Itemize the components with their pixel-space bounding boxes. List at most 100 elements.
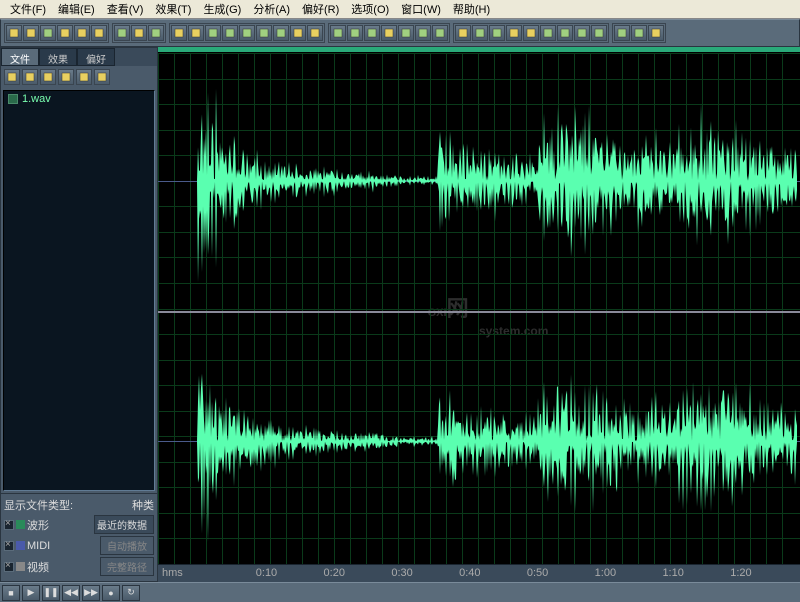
ruler-unit: hms <box>162 567 183 579</box>
file-item[interactable]: 1.wav <box>4 91 154 107</box>
doc-icon[interactable] <box>57 25 73 41</box>
rec-icon[interactable] <box>574 25 590 41</box>
sidebar-tab-1[interactable]: 效果 <box>39 48 77 66</box>
cfg-icon[interactable] <box>523 25 539 41</box>
sidebar-filter-panel: 显示文件类型: 种类 波形 最近的数据 MIDI 自动播放 视频 完整路径 <box>1 493 157 581</box>
menu-选项O[interactable]: 选项(O) <box>345 0 395 19</box>
transport-play-icon[interactable]: ▶ <box>22 585 40 601</box>
grid-icon[interactable] <box>557 25 573 41</box>
waveform-cat-icon <box>16 520 25 529</box>
video-cat-icon <box>16 562 25 571</box>
ruler-tick: 1:20 <box>730 567 751 579</box>
waveform-file-icon <box>8 94 18 104</box>
menu-窗口W[interactable]: 窗口(W) <box>395 0 447 19</box>
save-icon[interactable] <box>74 25 90 41</box>
sq3-icon[interactable] <box>415 25 431 41</box>
play-icon[interactable] <box>506 25 522 41</box>
undo-icon[interactable] <box>114 25 130 41</box>
open-icon[interactable] <box>4 69 20 85</box>
type-midi: MIDI <box>27 540 50 552</box>
paste-icon[interactable] <box>205 25 221 41</box>
sidebar: 文件效果偏好 1.wav 显示文件类型: 种类 波形 最近的数据 MIDI <box>0 47 158 582</box>
flag-icon[interactable] <box>364 25 380 41</box>
midi-cat-icon <box>16 541 25 550</box>
sidebar-toolbar <box>1 66 157 88</box>
full-path-button[interactable]: 完整路径 <box>100 557 154 576</box>
menu-偏好R[interactable]: 偏好(R) <box>296 0 345 19</box>
transport-pause-icon[interactable]: ❚❚ <box>42 585 60 601</box>
link-icon[interactable] <box>614 25 630 41</box>
folder-open-icon[interactable] <box>40 25 56 41</box>
refresh-icon[interactable] <box>58 69 74 85</box>
transport-rec-icon[interactable]: ● <box>102 585 120 601</box>
sort-icon[interactable] <box>22 69 38 85</box>
checkbox-waveform[interactable] <box>4 520 14 530</box>
redo-icon[interactable] <box>131 25 147 41</box>
save-all-icon[interactable] <box>91 25 107 41</box>
help-icon[interactable] <box>631 25 647 41</box>
ruler-tick: 0:10 <box>256 567 277 579</box>
main-toolbar <box>0 19 800 47</box>
trim-icon[interactable] <box>290 25 306 41</box>
file-name: 1.wav <box>22 93 51 105</box>
sort2-icon[interactable] <box>40 69 56 85</box>
ruler-tick: 0:40 <box>459 567 480 579</box>
marker-icon[interactable] <box>307 25 323 41</box>
copy-icon[interactable] <box>171 25 187 41</box>
sidebar-tab-2[interactable]: 偏好 <box>77 48 115 66</box>
waveform-canvas[interactable]: GXI网 system.com <box>158 53 800 564</box>
auto-play-button[interactable]: 自动播放 <box>100 536 154 555</box>
checkbox-video[interactable] <box>4 562 14 572</box>
menu-查看V[interactable]: 查看(V) <box>101 0 150 19</box>
type-waveform: 波形 <box>27 517 49 533</box>
toolbar-group-3 <box>328 23 450 43</box>
mix-icon[interactable] <box>239 25 255 41</box>
ruler-tick: 0:30 <box>391 567 412 579</box>
menu-编辑E[interactable]: 编辑(E) <box>52 0 101 19</box>
transport-prev-icon[interactable]: ◀◀ <box>62 585 80 601</box>
menu-帮助H[interactable]: 帮助(H) <box>447 0 496 19</box>
q-icon[interactable] <box>648 25 664 41</box>
transport-stop-icon[interactable]: ■ <box>2 585 20 601</box>
toolbar-group-2 <box>169 23 325 43</box>
toolbar-group-4 <box>453 23 609 43</box>
main-area: 文件效果偏好 1.wav 显示文件类型: 种类 波形 最近的数据 MIDI <box>0 47 800 582</box>
toolbar-group-5 <box>612 23 666 43</box>
folder-icon[interactable] <box>23 25 39 41</box>
stack-icon[interactable] <box>6 25 22 41</box>
transport-next-icon[interactable]: ▶▶ <box>82 585 100 601</box>
menu-效果T[interactable]: 效果(T) <box>149 0 197 19</box>
sq2-icon[interactable] <box>398 25 414 41</box>
win3-icon[interactable] <box>489 25 505 41</box>
win2-icon[interactable] <box>472 25 488 41</box>
category-label: 种类 <box>132 497 154 513</box>
vbar2-icon[interactable] <box>347 25 363 41</box>
dash-icon[interactable] <box>540 25 556 41</box>
grid-icon[interactable] <box>76 69 92 85</box>
menu-分析A[interactable]: 分析(A) <box>247 0 296 19</box>
sidebar-tab-0[interactable]: 文件 <box>1 48 39 66</box>
menubar: 文件(F)编辑(E)查看(V)效果(T)生成(G)分析(A)偏好(R)选项(O)… <box>0 0 800 19</box>
sq4-icon[interactable] <box>432 25 448 41</box>
help-icon[interactable] <box>94 69 110 85</box>
cut-icon[interactable] <box>188 25 204 41</box>
ruler-tick: 1:10 <box>662 567 683 579</box>
win1-icon[interactable] <box>455 25 471 41</box>
ruler-tick: 0:20 <box>324 567 345 579</box>
time-ruler[interactable]: hms 0:100:200:300:400:501:001:101:20 <box>158 564 800 582</box>
waveform-editor[interactable]: GXI网 system.com hms 0:100:200:300:400:50… <box>158 47 800 582</box>
sq1-icon[interactable] <box>381 25 397 41</box>
menu-文件F[interactable]: 文件(F) <box>4 0 52 19</box>
sidebar-tabs: 文件效果偏好 <box>1 48 157 66</box>
step-icon[interactable] <box>148 25 164 41</box>
delete-icon[interactable] <box>222 25 238 41</box>
crop-icon[interactable] <box>273 25 289 41</box>
category-dropdown[interactable]: 最近的数据 <box>94 515 154 534</box>
file-list[interactable]: 1.wav <box>3 90 155 491</box>
checkbox-midi[interactable] <box>4 541 14 551</box>
star-icon[interactable] <box>591 25 607 41</box>
menu-生成G[interactable]: 生成(G) <box>197 0 247 19</box>
transport-loop-icon[interactable]: ↻ <box>122 585 140 601</box>
mix2-icon[interactable] <box>256 25 272 41</box>
vbar-icon[interactable] <box>330 25 346 41</box>
